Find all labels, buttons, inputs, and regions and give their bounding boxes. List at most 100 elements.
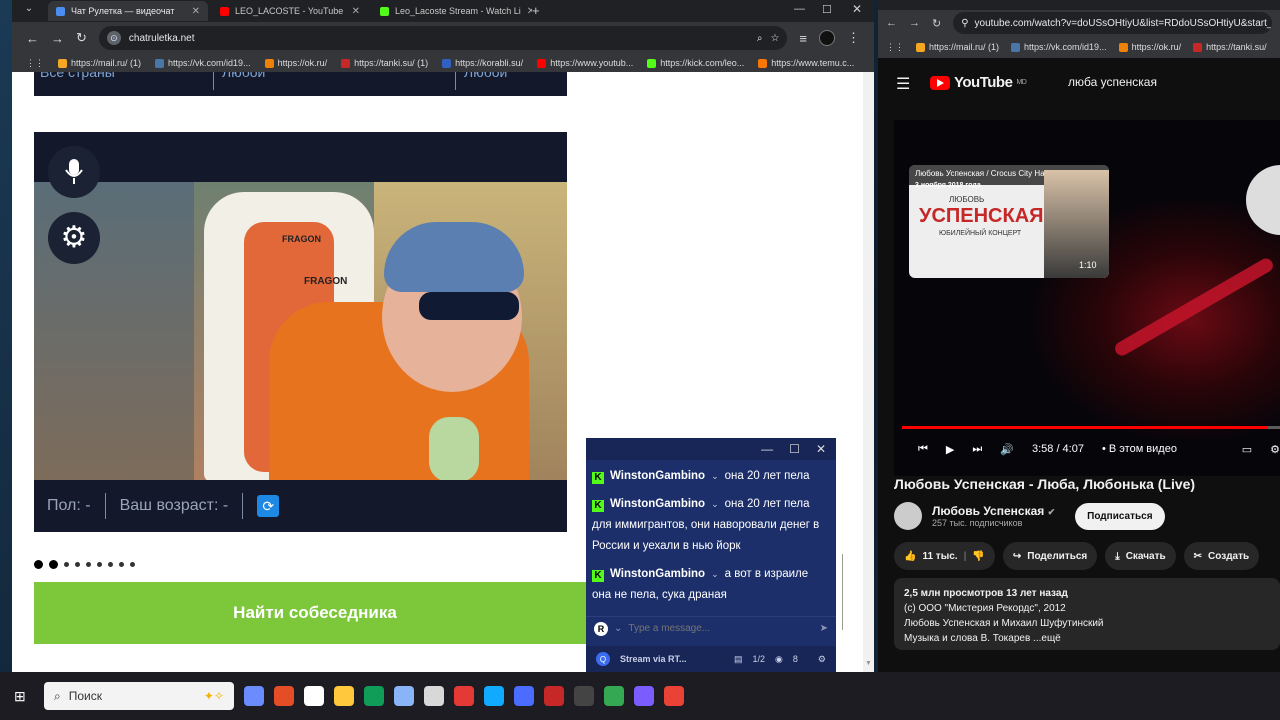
bookmark-item[interactable]: https://vk.com/id19...: [155, 58, 251, 68]
tab-chatruletka[interactable]: Чат Рулетка — видеочат ✕: [48, 1, 208, 21]
windows-start-icon[interactable]: ⊞: [14, 688, 34, 705]
bookmark-item[interactable]: https://tanki.su/: [1193, 42, 1267, 52]
refresh-icon[interactable]: ⟳: [257, 495, 280, 517]
taskbar-app-icon[interactable]: [454, 686, 474, 706]
microphone-button[interactable]: [48, 146, 100, 198]
page-scrollbar[interactable]: ▼: [863, 72, 874, 672]
forward-icon[interactable]: →: [51, 31, 64, 46]
chevron-down-icon[interactable]: ⌄: [614, 623, 622, 634]
bookmark-item[interactable]: https://mail.ru/ (1): [916, 42, 999, 52]
pagination-dot[interactable]: [130, 562, 135, 567]
taskbar-app-icon[interactable]: [334, 686, 354, 706]
pagination-dot[interactable]: [75, 562, 80, 567]
chat-username[interactable]: WinstonGambino: [610, 470, 705, 482]
gender-filter[interactable]: Любой: [222, 72, 265, 80]
tab-kick[interactable]: Leo_Lacoste Stream - Watch Li ✕: [372, 1, 532, 21]
chat-username[interactable]: WinstonGambino: [610, 568, 705, 580]
taskbar-app-icon[interactable]: [574, 686, 594, 706]
pagination-dot[interactable]: [34, 560, 43, 569]
reading-list-icon[interactable]: ≡: [799, 31, 807, 46]
share-button[interactable]: ↪ Поделиться: [1002, 542, 1098, 570]
account-avatar[interactable]: R: [594, 621, 608, 636]
menu-icon[interactable]: ⋮: [847, 30, 860, 46]
youtube-logo[interactable]: YouTube MD: [930, 74, 1027, 91]
chat-message-input[interactable]: [628, 623, 814, 634]
scroll-down-icon[interactable]: ▼: [865, 660, 872, 667]
pagination-dot[interactable]: [49, 560, 58, 569]
taskbar-app-icon[interactable]: [664, 686, 684, 706]
new-tab-icon[interactable]: +: [532, 3, 540, 18]
tab-close-icon[interactable]: ✕: [352, 6, 360, 17]
reload-icon[interactable]: ↻: [932, 17, 941, 30]
search-input[interactable]: люба успенская: [1068, 70, 1280, 94]
address-bar[interactable]: ⊙ chatruletka.net ⌕ ☆: [98, 26, 788, 50]
settings-gear-icon[interactable]: ⚙: [1270, 443, 1280, 456]
taskbar-app-icon[interactable]: [604, 686, 624, 706]
channel-avatar[interactable]: [894, 502, 922, 530]
taskbar-app-icon[interactable]: [484, 686, 504, 706]
progress-bar[interactable]: [902, 426, 1280, 429]
end-screen-thumbnail[interactable]: Любовь Успенская / Crocus City Hall / 2 …: [909, 165, 1109, 278]
next-icon[interactable]: ⏭: [972, 443, 982, 456]
pagination-dot[interactable]: [108, 562, 113, 567]
chapter-link[interactable]: • В этом видео: [1102, 443, 1177, 455]
tab-close-icon[interactable]: ✕: [192, 6, 200, 17]
pagination-dot[interactable]: [119, 562, 124, 567]
bookmark-item[interactable]: https://korabli.su/: [442, 58, 523, 68]
taskbar-app-icon[interactable]: [394, 686, 414, 706]
taskbar-app-icon[interactable]: [424, 686, 444, 706]
taskbar-app-icon[interactable]: [304, 686, 324, 706]
bookmark-item[interactable]: https://www.youtub...: [537, 58, 633, 68]
pagination-dot[interactable]: [97, 562, 102, 567]
close-window-icon[interactable]: ✕: [852, 2, 862, 16]
profile-avatar[interactable]: [819, 30, 835, 46]
maximize-icon[interactable]: ☐: [789, 442, 800, 456]
minimize-icon[interactable]: —: [761, 442, 773, 456]
taskbar-app-icon[interactable]: [274, 686, 294, 706]
bookmark-star-icon[interactable]: ☆: [770, 33, 779, 44]
forward-icon[interactable]: →: [909, 17, 920, 29]
maximize-icon[interactable]: ☐: [822, 3, 832, 16]
pagination-dot[interactable]: [64, 562, 69, 567]
country-filter[interactable]: Все страны: [40, 72, 115, 80]
subscribe-button[interactable]: Подписаться: [1075, 502, 1165, 530]
taskbar-app-icon[interactable]: [514, 686, 534, 706]
subtitles-icon[interactable]: ▭: [1242, 443, 1252, 456]
bookmark-item[interactable]: https://www.temu.c...: [758, 58, 854, 68]
chevron-down-icon[interactable]: ⌄: [711, 569, 719, 579]
bookmark-item[interactable]: https://kick.com/leo...: [647, 58, 744, 68]
site-info-icon[interactable]: ⊙: [106, 31, 121, 45]
like-button[interactable]: 👍 11 тыс. | 👎: [894, 542, 995, 570]
zoom-icon[interactable]: ⌕: [757, 33, 763, 44]
video-player[interactable]: Любовь Успенская / Crocus City Hall / 2 …: [894, 120, 1280, 476]
taskbar-app-icon[interactable]: [244, 686, 264, 706]
taskbar-search[interactable]: ⌕ Поиск ✦✧: [44, 682, 234, 710]
apps-grid-icon[interactable]: ⋮⋮: [886, 42, 904, 53]
back-icon[interactable]: ←: [886, 17, 897, 29]
chevron-down-icon[interactable]: ⌄: [711, 499, 719, 509]
age-filter[interactable]: Любой: [464, 72, 507, 80]
chevron-down-icon[interactable]: ⌄: [711, 471, 719, 481]
chat-username[interactable]: WinstonGambino: [610, 498, 705, 510]
reload-icon[interactable]: ↻: [76, 30, 87, 46]
back-icon[interactable]: ←: [26, 31, 39, 46]
tab-search-button[interactable]: ⌄: [20, 3, 38, 19]
close-icon[interactable]: ✕: [816, 442, 826, 456]
description-box[interactable]: 2,5 млн просмотров 13 лет назад (c) ООО …: [894, 578, 1280, 650]
site-info-icon[interactable]: ⚲: [961, 18, 968, 29]
bookmark-item[interactable]: https://vk.com/id19...: [1011, 42, 1107, 52]
bookmark-item[interactable]: https://tanki.su/ (1): [341, 58, 428, 68]
hamburger-menu-icon[interactable]: ☰: [896, 74, 910, 94]
thumbs-down-icon[interactable]: 👎: [972, 551, 984, 562]
gear-icon[interactable]: ⚙: [818, 654, 826, 665]
taskbar-app-icon[interactable]: [544, 686, 564, 706]
taskbar-app-icon[interactable]: [364, 686, 384, 706]
bookmark-item[interactable]: https://ok.ru/: [1118, 42, 1181, 52]
bookmark-item[interactable]: https://mail.ru/ (1): [58, 58, 141, 68]
find-partner-button[interactable]: Найти собеседника: [34, 582, 596, 644]
minimize-icon[interactable]: —: [794, 3, 805, 15]
channel-name-row[interactable]: Любовь Успенская ✔: [932, 504, 1055, 518]
create-button[interactable]: ✂ Создать: [1183, 542, 1260, 570]
apps-grid-icon[interactable]: ⋮⋮: [26, 58, 44, 69]
pagination-dot[interactable]: [86, 562, 91, 567]
